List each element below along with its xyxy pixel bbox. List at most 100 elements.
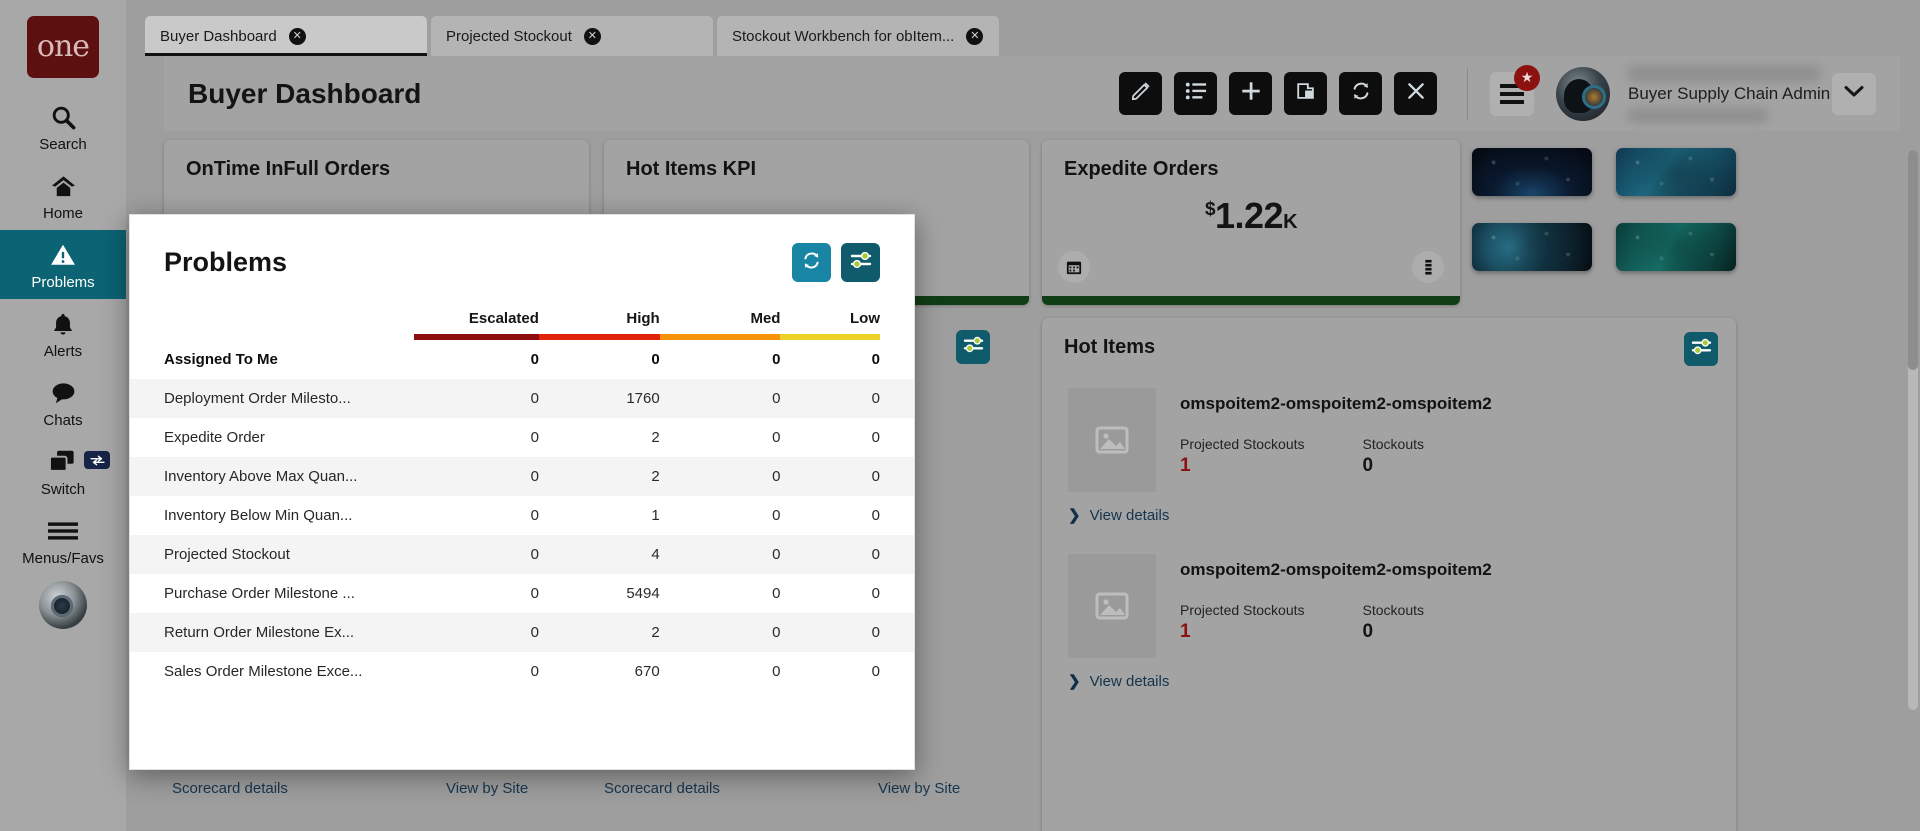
column-header-low[interactable]: Low xyxy=(780,310,914,334)
table-row[interactable]: Inventory Above Max Quan... 0 2 0 0 xyxy=(130,457,914,496)
sidebar-label-problems: Problems xyxy=(31,274,95,291)
stat-value: 0 xyxy=(1362,455,1374,476)
sidebar-item-home[interactable]: Home xyxy=(0,161,126,230)
cell-med: 0 xyxy=(772,507,781,524)
copy-icon xyxy=(1295,80,1317,107)
view-by-site-link-2[interactable]: View by Site xyxy=(878,780,960,797)
promo-thumbnail-3[interactable] xyxy=(1472,223,1592,271)
bar-chart-icon[interactable] xyxy=(1412,251,1444,283)
row-label: Assigned To Me xyxy=(164,351,278,368)
sidebar-item-search[interactable]: Search xyxy=(0,92,126,161)
hot-item-row[interactable]: omspoitem2-omspoitem2-omspoitem2 Project… xyxy=(1042,388,1736,492)
table-row[interactable]: Expedite Order 0 2 0 0 xyxy=(130,418,914,457)
kpi-settings-button[interactable] xyxy=(956,330,990,364)
problems-header-row: Escalated High Med Low xyxy=(130,310,914,334)
duplicate-button[interactable] xyxy=(1284,72,1327,115)
hot-item-stats: Projected Stockouts 1 Stockouts 0 xyxy=(1180,436,1710,477)
sidebar-item-menus-favs[interactable]: Menus/Favs xyxy=(0,506,126,575)
switch-badge-icon[interactable] xyxy=(84,451,110,469)
edit-button[interactable] xyxy=(1119,72,1162,115)
menu-favorites-button[interactable]: ★ xyxy=(1490,64,1540,116)
cell-high: 4 xyxy=(538,535,660,574)
stat-label: Stockouts xyxy=(1362,602,1424,618)
column-header-high[interactable]: High xyxy=(539,310,659,334)
stat-value: 1 xyxy=(1180,455,1191,476)
hot-item-row[interactable]: omspoitem2-omspoitem2-omspoitem2 Project… xyxy=(1042,554,1736,658)
cell-med: 0 xyxy=(772,429,781,446)
cell-high: 1760 xyxy=(538,379,660,418)
view-details-link[interactable]: ❯ View details xyxy=(1042,506,1736,525)
table-row[interactable]: Inventory Below Min Quan... 0 1 0 0 xyxy=(130,496,914,535)
card-title: Expedite Orders xyxy=(1064,158,1219,180)
scorecard-links-right: Scorecard details View by Site xyxy=(604,780,960,797)
table-row-summary[interactable]: Assigned To Me 0 0 0 0 xyxy=(130,340,914,379)
list-button[interactable] xyxy=(1174,72,1217,115)
avatar[interactable] xyxy=(1556,66,1610,121)
table-row[interactable]: Return Order Milestone Ex... 0 2 0 0 xyxy=(130,613,914,652)
table-row[interactable]: Projected Stockout 0 4 0 0 xyxy=(130,535,914,574)
modal-filter-button[interactable] xyxy=(841,243,880,282)
stockouts-stat: Stockouts 0 xyxy=(1363,602,1424,643)
left-sidebar: one Search Home Problems Alerts Chats Sw… xyxy=(0,0,126,831)
stat-value: 1 xyxy=(1180,621,1191,642)
row-label: Inventory Below Min Quan... xyxy=(164,507,353,524)
tab-buyer-dashboard[interactable]: Buyer Dashboard ✕ xyxy=(145,16,427,56)
sidebar-item-switch[interactable]: Switch xyxy=(0,437,126,506)
promo-thumbnail-2[interactable] xyxy=(1616,148,1736,196)
windows-stack-icon xyxy=(47,447,79,477)
cell-high: 670 xyxy=(634,663,660,680)
vertical-scrollbar[interactable] xyxy=(1908,150,1918,710)
user-menu-chevron[interactable] xyxy=(1832,72,1876,115)
sidebar-label-chats: Chats xyxy=(43,412,83,429)
scorecard-details-link-2[interactable]: Scorecard details xyxy=(604,780,878,797)
cell-escalated: 0 xyxy=(413,613,539,652)
redacted-line-top xyxy=(1628,64,1820,82)
refresh-button[interactable] xyxy=(1339,72,1382,115)
app-logo[interactable]: one xyxy=(27,16,99,78)
cell-low: 0 xyxy=(871,663,880,680)
cell-med: 0 xyxy=(659,535,781,574)
kpi-number: 1.22 xyxy=(1215,195,1284,236)
view-details-link[interactable]: ❯ View details xyxy=(1042,672,1736,691)
row-label: Return Order Milestone Ex... xyxy=(130,613,414,652)
cell-low: 0 xyxy=(871,585,880,602)
card-expedite-orders[interactable]: Expedite Orders $1.22K xyxy=(1042,140,1460,305)
column-header-med[interactable]: Med xyxy=(660,310,780,334)
promo-thumbnail-4[interactable] xyxy=(1616,223,1736,271)
table-row[interactable]: Purchase Order Milestone ... 0 5494 0 0 xyxy=(130,574,914,613)
toolbar-divider xyxy=(1467,67,1468,120)
panel-title: Hot Items xyxy=(1064,336,1156,358)
hot-items-settings-button[interactable] xyxy=(1684,332,1718,366)
scorecard-details-link-1[interactable]: Scorecard details xyxy=(172,780,446,797)
header-toolbar xyxy=(1119,72,1437,115)
warning-triangle-icon xyxy=(49,240,77,270)
modal-refresh-button[interactable] xyxy=(792,243,831,282)
add-button[interactable] xyxy=(1229,72,1272,115)
image-placeholder-icon xyxy=(1068,554,1156,658)
app-root: one Search Home Problems Alerts Chats Sw… xyxy=(0,0,1920,831)
tab-projected-stockout[interactable]: Projected Stockout ✕ xyxy=(431,16,713,56)
kpi-unit: K xyxy=(1283,211,1298,233)
calendar-icon[interactable] xyxy=(1058,251,1090,283)
cell-med: 0 xyxy=(772,585,781,602)
view-details-label: View details xyxy=(1089,506,1170,524)
sidebar-item-problems[interactable]: Problems xyxy=(0,230,126,299)
tab-close-icon[interactable]: ✕ xyxy=(583,27,601,45)
problems-table-body: Assigned To Me 0 0 0 0 Deployment Order … xyxy=(130,340,914,691)
assistant-avatar[interactable] xyxy=(39,581,87,629)
table-row[interactable]: Deployment Order Milesto... 0 1760 0 0 xyxy=(130,379,914,418)
tab-close-icon[interactable]: ✕ xyxy=(966,27,984,45)
cell-low: 0 xyxy=(780,535,914,574)
promo-thumbnail-1[interactable] xyxy=(1472,148,1592,196)
tab-stockout-workbench[interactable]: Stockout Workbench for obItem... ✕ xyxy=(717,16,999,56)
sidebar-item-alerts[interactable]: Alerts xyxy=(0,299,126,368)
view-by-site-link-1[interactable]: View by Site xyxy=(446,780,528,797)
tab-close-icon[interactable]: ✕ xyxy=(288,27,306,45)
column-header-escalated[interactable]: Escalated xyxy=(414,310,539,334)
cell-high: 5494 xyxy=(626,585,660,602)
stat-label: Stockouts xyxy=(1362,436,1424,452)
sidebar-item-chats[interactable]: Chats xyxy=(0,368,126,437)
tab-label: Stockout Workbench for obItem... xyxy=(732,27,955,45)
table-row[interactable]: Sales Order Milestone Exce... 0 670 0 0 xyxy=(130,652,914,691)
close-button[interactable] xyxy=(1394,72,1437,115)
